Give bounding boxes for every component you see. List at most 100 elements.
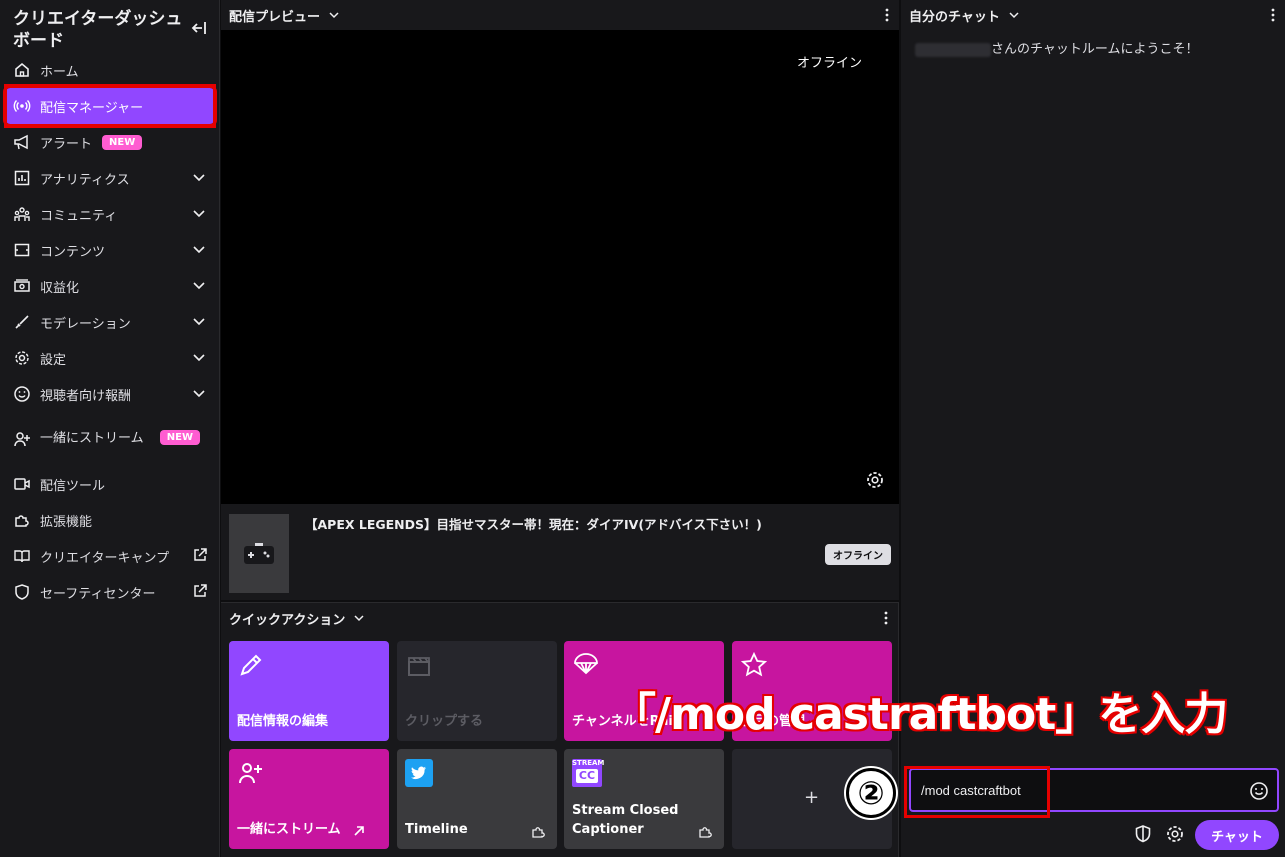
sidebar-item-label: コンテンツ <box>40 244 106 260</box>
sidebar-item-home[interactable]: ホーム <box>0 52 220 88</box>
emote-picker-icon[interactable] <box>1249 781 1269 801</box>
sidebar-item-label: アラート <box>40 136 93 152</box>
sidebar-item-label: モデレーション <box>40 316 131 332</box>
clapper-icon <box>408 657 430 676</box>
chevron-down-icon <box>193 318 205 326</box>
sidebar-item-alerts[interactable]: アラート NEW <box>0 124 220 160</box>
plus-icon: + <box>804 787 820 808</box>
twitter-icon <box>405 759 433 787</box>
tile-label: Timeline <box>405 822 468 837</box>
sidebar-item-label: 収益化 <box>40 280 80 296</box>
preview-header-title: 配信プレビュー <box>229 9 321 25</box>
stream-thumbnail <box>229 514 289 593</box>
chevron-down-icon <box>193 282 205 290</box>
chat-send-button[interactable]: チャット <box>1195 820 1279 850</box>
sidebar-item-settings[interactable]: 設定 <box>0 340 220 376</box>
sidebar-item-monetization[interactable]: 収益化 <box>0 268 220 304</box>
sidebar-item-label: コミュニティ <box>40 208 118 224</box>
stream-preview-panel: 配信プレビュー オフライン 【APEX LEGENDS】目指せマスター帯！現在：… <box>221 0 899 600</box>
analytics-icon <box>13 169 31 187</box>
content-icon <box>13 241 31 259</box>
community-icon <box>13 205 31 223</box>
sidebar-item-label: 一緒にストリーム <box>40 431 144 446</box>
step-2-annotation: ② <box>846 768 896 818</box>
kebab-menu-icon[interactable] <box>884 611 888 625</box>
sidebar-item-viewer-rewards[interactable]: 視聴者向け報酬 <box>0 376 220 412</box>
sword-icon <box>13 313 31 331</box>
sidebar-item-safety-center[interactable]: セーフティセンター <box>0 574 220 610</box>
sidebar-item-stream-together[interactable]: 一緒にストリーム NEW <box>0 412 220 466</box>
smile-icon <box>13 385 31 403</box>
gear-icon[interactable] <box>865 470 885 490</box>
sidebar-item-label: アナリティクス <box>40 172 130 188</box>
camera-icon <box>13 475 31 493</box>
chevron-down-icon <box>1009 12 1019 19</box>
welcome-message: さんのチャットルームにようこそ！ <box>915 38 1198 57</box>
preview-header[interactable]: 配信プレビュー <box>221 0 899 30</box>
chevron-down-icon <box>193 354 205 362</box>
video-player[interactable]: オフライン <box>221 30 899 504</box>
offline-badge: オフライン <box>825 544 891 565</box>
quick-action-timeline[interactable]: Timeline <box>397 749 557 849</box>
sidebar-item-moderation[interactable]: モデレーション <box>0 304 220 340</box>
sidebar-item-label: 設定 <box>40 352 67 368</box>
controller-icon <box>244 542 274 564</box>
add-user-icon <box>239 763 262 784</box>
new-badge: NEW <box>159 430 200 445</box>
sidebar-item-analytics[interactable]: アナリティクス <box>0 160 220 196</box>
tile-label: クリップする <box>405 714 484 729</box>
quick-actions-header[interactable]: クイックアクション <box>221 603 898 633</box>
chat-settings-icon[interactable] <box>1165 824 1185 844</box>
collapse-sidebar-icon[interactable] <box>190 18 210 38</box>
chevron-down-icon <box>193 390 205 398</box>
welcome-text: さんのチャットルームにようこそ！ <box>991 42 1199 57</box>
cc-icon: STREAM CC <box>572 759 605 787</box>
chevron-down-icon <box>193 246 205 254</box>
external-link-icon <box>194 584 207 597</box>
add-user-icon <box>13 430 31 448</box>
external-link-icon <box>194 548 207 561</box>
kebab-menu-icon[interactable] <box>885 8 889 22</box>
arrow-up-right-icon <box>354 826 364 836</box>
sidebar-item-content[interactable]: コンテンツ <box>0 232 220 268</box>
stream-title[interactable]: 【APEX LEGENDS】目指せマスター帯！現在：ダイアIV(アドバイス下さい… <box>305 514 762 533</box>
sidebar-item-creator-camp[interactable]: クリエイターキャンプ <box>0 538 220 574</box>
sidebar-item-label: 視聴者向け報酬 <box>40 388 132 404</box>
sidebar: クリエイターダッシュボード ホーム 配信マネージャー アラート NEW アナリテ… <box>0 0 220 857</box>
quick-action-closed-captioner[interactable]: STREAM CC Stream Closed Captioner <box>564 749 724 849</box>
chevron-down-icon <box>329 12 339 19</box>
sidebar-item-label: セーフティセンター <box>40 586 156 602</box>
chat-header-title: 自分のチャット <box>909 9 1000 25</box>
tile-label: 配信情報の編集 <box>237 714 329 729</box>
chat-header[interactable]: 自分のチャット <box>901 0 1285 30</box>
cc-icon-caption: STREAM <box>572 759 605 767</box>
blurred-username <box>915 42 991 57</box>
offline-label: オフライン <box>797 56 863 71</box>
sidebar-item-community[interactable]: コミュニティ <box>0 196 220 232</box>
broadcast-icon <box>13 97 31 115</box>
mod-shield-icon[interactable] <box>1133 824 1153 844</box>
monetization-icon <box>13 277 31 295</box>
chat-input-box[interactable] <box>909 768 1279 812</box>
parachute-icon <box>574 653 598 675</box>
quick-action-stream-together[interactable]: 一緒にストリーム <box>229 749 389 849</box>
sidebar-item-stream-tools[interactable]: 配信ツール <box>0 466 220 502</box>
new-badge: NEW <box>102 134 143 150</box>
dashboard-title: クリエイターダッシュボード <box>13 9 183 51</box>
puzzle-icon <box>699 827 712 838</box>
chat-input[interactable] <box>911 770 1241 810</box>
sidebar-item-extensions[interactable]: 拡張機能 <box>0 502 220 538</box>
sidebar-item-label: 配信マネージャー <box>40 100 144 116</box>
megaphone-icon <box>13 133 31 151</box>
cc-icon-text: CC <box>576 769 598 783</box>
stream-info: 【APEX LEGENDS】目指せマスター帯！現在：ダイアIV(アドバイス下さい… <box>221 504 899 600</box>
quick-action-clip[interactable]: クリップする <box>397 641 557 741</box>
sidebar-item-label: 拡張機能 <box>40 514 93 530</box>
sidebar-item-stream-manager[interactable]: 配信マネージャー <box>3 85 217 127</box>
puzzle-icon <box>13 511 31 529</box>
chevron-down-icon <box>354 615 364 622</box>
quick-action-edit-stream-info[interactable]: 配信情報の編集 <box>229 641 389 741</box>
chevron-down-icon <box>193 174 205 182</box>
kebab-menu-icon[interactable] <box>1271 8 1275 22</box>
puzzle-icon <box>532 827 545 838</box>
